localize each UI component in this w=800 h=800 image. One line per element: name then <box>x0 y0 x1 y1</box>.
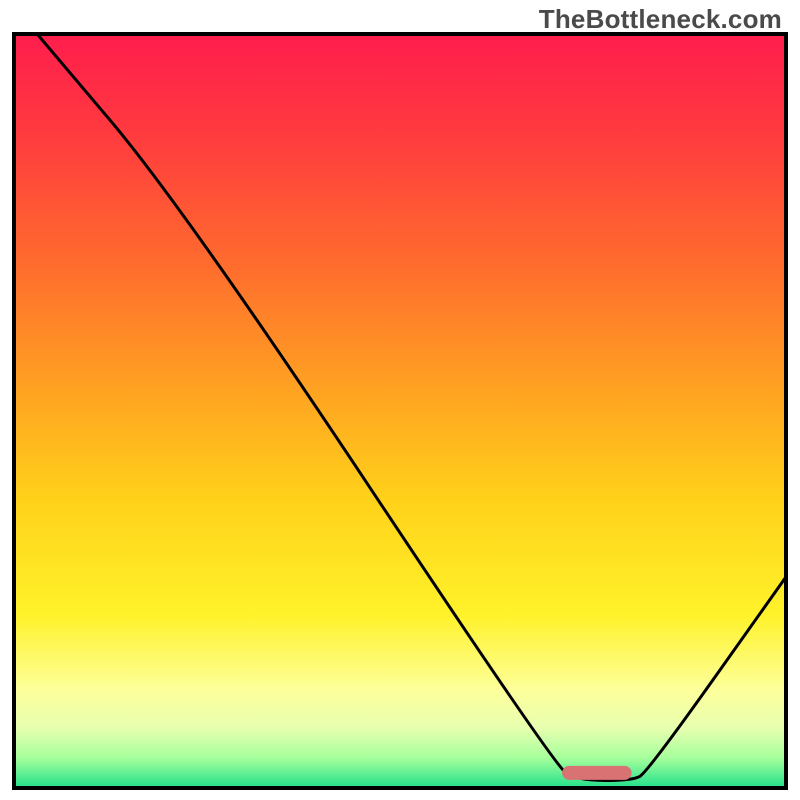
plot-background <box>14 34 786 788</box>
chart-container: { "watermark": "TheBottleneck.com", "cha… <box>0 0 800 800</box>
watermark-text: TheBottleneck.com <box>539 4 782 35</box>
bottleneck-chart <box>0 0 800 800</box>
optimal-marker <box>562 766 631 780</box>
